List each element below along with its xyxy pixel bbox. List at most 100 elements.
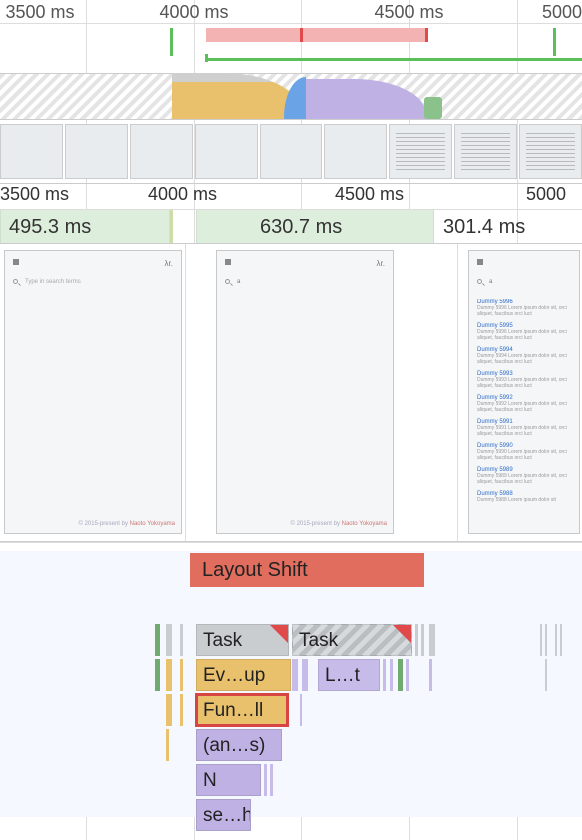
filmstrip-frame[interactable]	[65, 124, 128, 179]
flame-sliver[interactable]	[292, 659, 298, 691]
timeline-ruler-top[interactable]: 3500 ms 4000 ms 4500 ms 5000	[0, 0, 582, 24]
timing-divider	[170, 210, 173, 243]
snapshot-card[interactable]: λr. Type in search terms © 2015-present …	[4, 250, 182, 534]
flame-sliver[interactable]	[429, 624, 435, 656]
cpu-chart[interactable]	[0, 74, 582, 120]
frame-tick	[205, 54, 208, 62]
flame-bar-selected[interactable]: Fun…ll	[196, 694, 288, 726]
flame-sliver[interactable]	[180, 694, 183, 726]
search-icon	[477, 279, 482, 284]
snapshot-card[interactable]: λr. a © 2015-present by Naoto Yokoyama	[216, 250, 394, 534]
flame-sliver[interactable]	[421, 624, 424, 656]
list-item: Dummy 5996Dummy 5996 Lorem ipsum dolor s…	[477, 299, 575, 317]
list-item: Dummy 5990Dummy 5990 Lorem ipsum dolor s…	[477, 443, 575, 461]
list-item: Dummy 5994Dummy 5994 Lorem ipsum dolor s…	[477, 347, 575, 365]
flame-sliver[interactable]	[155, 659, 160, 691]
filmstrip-frame[interactable]	[260, 124, 323, 179]
tick-label: 4500 ms	[335, 184, 404, 205]
tick-label: 5000	[542, 2, 582, 23]
list-item: Dummy 5992Dummy 5992 Lorem ipsum dolor s…	[477, 395, 575, 413]
search-icon	[13, 279, 18, 284]
flame-sliver[interactable]	[302, 659, 308, 691]
cpu-segment-green	[424, 97, 442, 119]
filmstrip-frame[interactable]	[130, 124, 193, 179]
home-icon	[225, 259, 231, 265]
flame-sliver[interactable]	[390, 659, 393, 691]
flame-sliver[interactable]	[180, 624, 183, 656]
flame-sliver[interactable]	[540, 624, 542, 656]
long-task-band	[206, 28, 426, 42]
flame-bar[interactable]: N	[196, 764, 261, 796]
timing-block[interactable]: 630.7 ms	[196, 210, 434, 243]
flame-sliver[interactable]	[398, 659, 403, 691]
filmstrip-frame[interactable]	[389, 124, 452, 179]
flame-chart[interactable]: Layout Shift Task Task Ev…up L…t	[0, 542, 582, 817]
flame-bar-task[interactable]: Task	[292, 624, 412, 656]
snapshot-card[interactable]: a Dummy 5996Dummy 5996 Lorem ipsum dolor…	[468, 250, 580, 534]
tick-label: 3500 ms	[5, 2, 74, 23]
timing-block[interactable]: 495.3 ms	[0, 210, 170, 243]
cpu-segment-yellow	[172, 73, 302, 119]
tick-label: 4500 ms	[374, 2, 443, 23]
frame-marker	[553, 28, 556, 56]
flame-sliver[interactable]	[166, 694, 172, 726]
home-icon	[477, 259, 483, 265]
flame-sliver[interactable]	[264, 764, 267, 796]
list-item: Dummy 5991Dummy 5991 Lorem ipsum dolor s…	[477, 419, 575, 437]
filmstrip-frame[interactable]	[519, 124, 582, 179]
frame-bar	[205, 58, 582, 61]
flame-sliver[interactable]	[415, 624, 418, 656]
long-task-marker	[300, 28, 303, 42]
list-item: Dummy 5988Dummy 5988 Lorem ipsum dolor s…	[477, 491, 575, 503]
cpu-segment-purple	[306, 79, 426, 119]
filmstrip-frame[interactable]	[0, 124, 63, 179]
list-item: Dummy 5995Dummy 5996 Lorem ipsum dolor s…	[477, 323, 575, 341]
flame-bar[interactable]: (an…s)	[196, 729, 282, 761]
tick-label: 3500 ms	[0, 184, 69, 205]
flame-sliver[interactable]	[155, 624, 160, 656]
flame-sliver[interactable]	[180, 659, 183, 691]
overview-strip[interactable]	[0, 24, 582, 74]
filmstrip-frame[interactable]	[454, 124, 517, 179]
flame-bar-task[interactable]: Task	[196, 624, 289, 656]
flame-sliver[interactable]	[166, 659, 172, 691]
timing-label: 630.7 ms	[205, 216, 342, 238]
tick-label: 4000 ms	[159, 2, 228, 23]
flame-sliver[interactable]	[166, 624, 172, 656]
list-item: Dummy 5989Dummy 5989 Lorem ipsum dolor s…	[477, 467, 575, 485]
app-logo: λr.	[165, 259, 173, 268]
flame-sliver[interactable]	[560, 624, 562, 656]
list-item: Dummy 5993Dummy 5993 Lorem ipsum dolor s…	[477, 371, 575, 389]
filmstrip[interactable]	[0, 120, 582, 184]
flame-sliver[interactable]	[300, 694, 302, 726]
app-logo: λr.	[377, 259, 385, 268]
footer-text: © 2015-present by Naoto Yokoyama	[79, 521, 176, 527]
flame-sliver[interactable]	[429, 659, 432, 691]
frame-marker	[170, 28, 173, 56]
flame-sliver[interactable]	[545, 624, 547, 656]
filmstrip-frame[interactable]	[324, 124, 387, 179]
search-icon	[225, 279, 230, 284]
layout-shift-bar[interactable]: Layout Shift	[190, 553, 424, 587]
flame-bar[interactable]: L…t	[318, 659, 380, 691]
screenshot-track[interactable]: λr. Type in search terms © 2015-present …	[0, 244, 582, 542]
timings-track[interactable]: 495.3 ms 630.7 ms 301.4 ms	[0, 210, 582, 244]
tick-label: 4000 ms	[148, 184, 217, 205]
timing-label: 301.4 ms	[443, 216, 525, 238]
tick-label: 5000	[526, 184, 566, 205]
home-icon	[13, 259, 19, 265]
flame-sliver[interactable]	[406, 659, 409, 691]
timeline-ruler-mid[interactable]: 3500 ms 4000 ms 4500 ms 5000	[0, 184, 582, 210]
flame-sliver[interactable]	[555, 624, 557, 656]
search-placeholder: Type in search terms	[25, 279, 81, 285]
flame-bar[interactable]: Ev…up	[196, 659, 291, 691]
long-task-marker	[425, 28, 428, 42]
timing-block[interactable]: 301.4 ms	[435, 210, 565, 243]
timing-label: 495.3 ms	[9, 216, 91, 238]
flame-sliver[interactable]	[545, 659, 547, 691]
flame-sliver[interactable]	[270, 764, 273, 796]
flame-sliver[interactable]	[166, 729, 169, 761]
flame-sliver[interactable]	[383, 659, 386, 691]
filmstrip-frame[interactable]	[195, 124, 258, 179]
flame-bar[interactable]: se…h	[196, 799, 251, 831]
